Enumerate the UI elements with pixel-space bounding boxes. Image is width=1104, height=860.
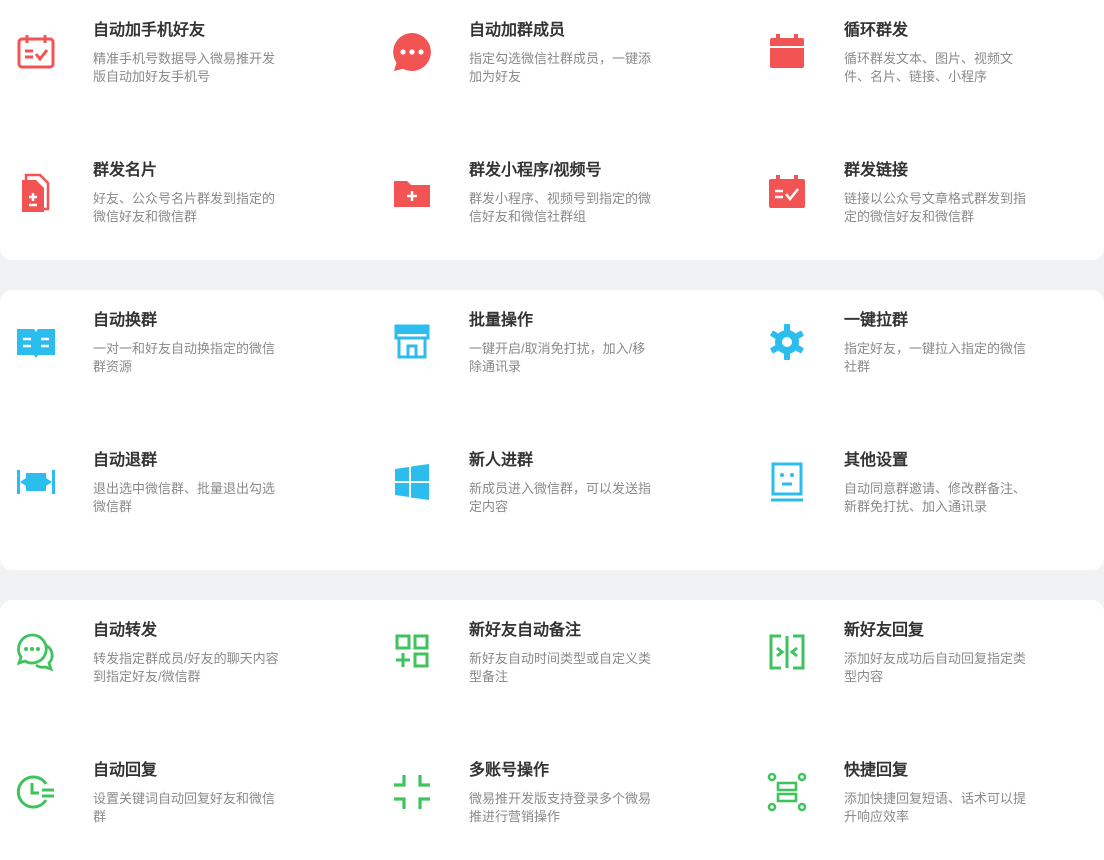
feature-description: 新好友自动时间类型或自定义类型备注: [469, 651, 652, 684]
feature-auto-add-group-members[interactable]: 自动加群成员 指定勾选微信社群成员，一键添加为好友: [376, 0, 746, 120]
feature-description: 设置关键词自动回复好友和微信群: [93, 791, 276, 824]
feature-newcomer-join[interactable]: 新人进群 新成员进入微信群，可以发送指定内容: [376, 430, 746, 550]
feature-new-friend-reply[interactable]: 新好友回复 添加好友成功后自动回复指定类型内容: [751, 600, 1104, 720]
feature-mass-send-mini-program[interactable]: 群发小程序/视频号 群发小程序、视频号到指定的微信好友和微信社群组: [376, 140, 746, 260]
calendar-check-icon: [763, 168, 811, 216]
feature-auto-forward[interactable]: 自动转发 转发指定群成员/好友的聊天内容到指定好友/微信群: [0, 600, 370, 720]
feature-description: 指定好友，一键拉入指定的微信社群: [844, 341, 1027, 374]
clock-list-icon: [12, 768, 60, 816]
feature-description: 添加好友成功后自动回复指定类型内容: [844, 651, 1027, 684]
feature-auto-add-phone-friends[interactable]: 自动加手机好友 精准手机号数据导入微易推开发版自动加好友手机号: [0, 0, 370, 120]
gear-icon: [763, 318, 811, 366]
feature-description: 群发小程序、视频号到指定的微信好友和微信社群组: [469, 191, 652, 224]
feature-description: 新成员进入微信群，可以发送指定内容: [469, 481, 652, 514]
feature-new-friend-auto-remark[interactable]: 新好友自动备注 新好友自动时间类型或自定义类型备注: [376, 600, 746, 720]
feature-description: 循环群发文本、图片、视频文件、名片、链接、小程序: [844, 51, 1014, 84]
feature-description: 添加快捷回复短语、话术可以提升响应效率: [844, 791, 1027, 824]
feature-description: 精准手机号数据导入微易推开发版自动加好友手机号: [93, 51, 276, 84]
folder-plus-icon: [388, 168, 436, 216]
chat-bubbles-icon: [12, 628, 60, 676]
feature-title: 新好友自动备注: [469, 622, 582, 639]
feature-multi-account[interactable]: 多账号操作 微易推开发版支持登录多个微易推进行营销操作: [376, 740, 746, 860]
feature-description: 指定勾选微信社群成员，一键添加为好友: [469, 51, 652, 84]
feature-group-messaging: 自动加手机好友 精准手机号数据导入微易推开发版自动加好友手机号 自动加群成员 指…: [0, 0, 1104, 260]
open-book-icon: [12, 318, 60, 366]
feature-title: 新人进群: [469, 452, 534, 469]
feature-title: 自动转发: [93, 622, 158, 639]
feature-description: 好友、公众号名片群发到指定的微信好友和微信群: [93, 191, 276, 224]
feature-description: 微易推开发版支持登录多个微易推进行营销操作: [469, 791, 652, 824]
feature-title: 快捷回复: [844, 762, 909, 779]
feature-description: 一键开启/取消免打扰，加入/移除通讯录: [469, 341, 646, 374]
feature-one-click-pull-group[interactable]: 一键拉群 指定好友，一键拉入指定的微信社群: [751, 290, 1104, 410]
feature-auto-swap-groups[interactable]: 自动换群 一对一和好友自动换指定的微信群资源: [0, 290, 370, 410]
feature-group-replies: 自动转发 转发指定群成员/好友的聊天内容到指定好友/微信群 新好友自动备注 新好…: [0, 600, 1104, 860]
feature-title: 自动回复: [93, 762, 158, 779]
feature-mass-send-links[interactable]: 群发链接 链接以公众号文章格式群发到指定的微信好友和微信群: [751, 140, 1104, 260]
feature-title: 其他设置: [844, 452, 909, 469]
feature-group-groups: 自动换群 一对一和好友自动换指定的微信群资源 批量操作 一键开启/取消免打扰，加…: [0, 290, 1104, 570]
storefront-icon: [388, 318, 436, 366]
feature-title: 自动加群成员: [469, 22, 566, 39]
document-plus-minus-icon: [12, 168, 60, 216]
feature-description: 链接以公众号文章格式群发到指定的微信好友和微信群: [844, 191, 1027, 224]
exit-bar-icon: [12, 458, 60, 506]
grid-add-icon: [388, 628, 436, 676]
feature-title: 一键拉群: [844, 312, 909, 329]
chat-dots-icon: [388, 28, 436, 76]
feature-loop-mass-send[interactable]: 循环群发 循环群发文本、图片、视频文件、名片、链接、小程序: [751, 0, 1104, 120]
calendar-check-icon: [12, 28, 60, 76]
monitor-face-icon: [763, 458, 811, 506]
feature-title: 自动换群: [93, 312, 158, 329]
feature-description: 自动同意群邀请、修改群备注、新群免打扰、加入通讯录: [844, 481, 1027, 514]
feature-other-settings[interactable]: 其他设置 自动同意群邀请、修改群备注、新群免打扰、加入通讯录: [751, 430, 1104, 550]
scan-frame-icon: [763, 768, 811, 816]
compress-corners-icon: [388, 768, 436, 816]
feature-auto-reply[interactable]: 自动回复 设置关键词自动回复好友和微信群: [0, 740, 370, 860]
feature-title: 多账号操作: [469, 762, 550, 779]
feature-quick-reply[interactable]: 快捷回复 添加快捷回复短语、话术可以提升响应效率: [751, 740, 1104, 860]
calendar-icon: [763, 28, 811, 76]
feature-title: 群发链接: [844, 162, 909, 179]
windows-icon: [388, 458, 436, 506]
feature-title: 自动退群: [93, 452, 158, 469]
feature-batch-operations[interactable]: 批量操作 一键开启/取消免打扰，加入/移除通讯录: [376, 290, 746, 410]
feature-title: 循环群发: [844, 22, 909, 39]
feature-description: 退出选中微信群、批量退出勾选微信群: [93, 481, 276, 514]
merge-arrows-icon: [763, 628, 811, 676]
feature-title: 新好友回复: [844, 622, 925, 639]
feature-title: 群发小程序/视频号: [469, 162, 602, 179]
feature-title: 自动加手机好友: [93, 22, 206, 39]
feature-description: 转发指定群成员/好友的聊天内容到指定好友/微信群: [93, 651, 279, 684]
feature-mass-send-cards[interactable]: 群发名片 好友、公众号名片群发到指定的微信好友和微信群: [0, 140, 370, 260]
feature-auto-exit-group[interactable]: 自动退群 退出选中微信群、批量退出勾选微信群: [0, 430, 370, 550]
feature-title: 批量操作: [469, 312, 534, 329]
feature-title: 群发名片: [93, 162, 158, 179]
feature-description: 一对一和好友自动换指定的微信群资源: [93, 341, 276, 374]
